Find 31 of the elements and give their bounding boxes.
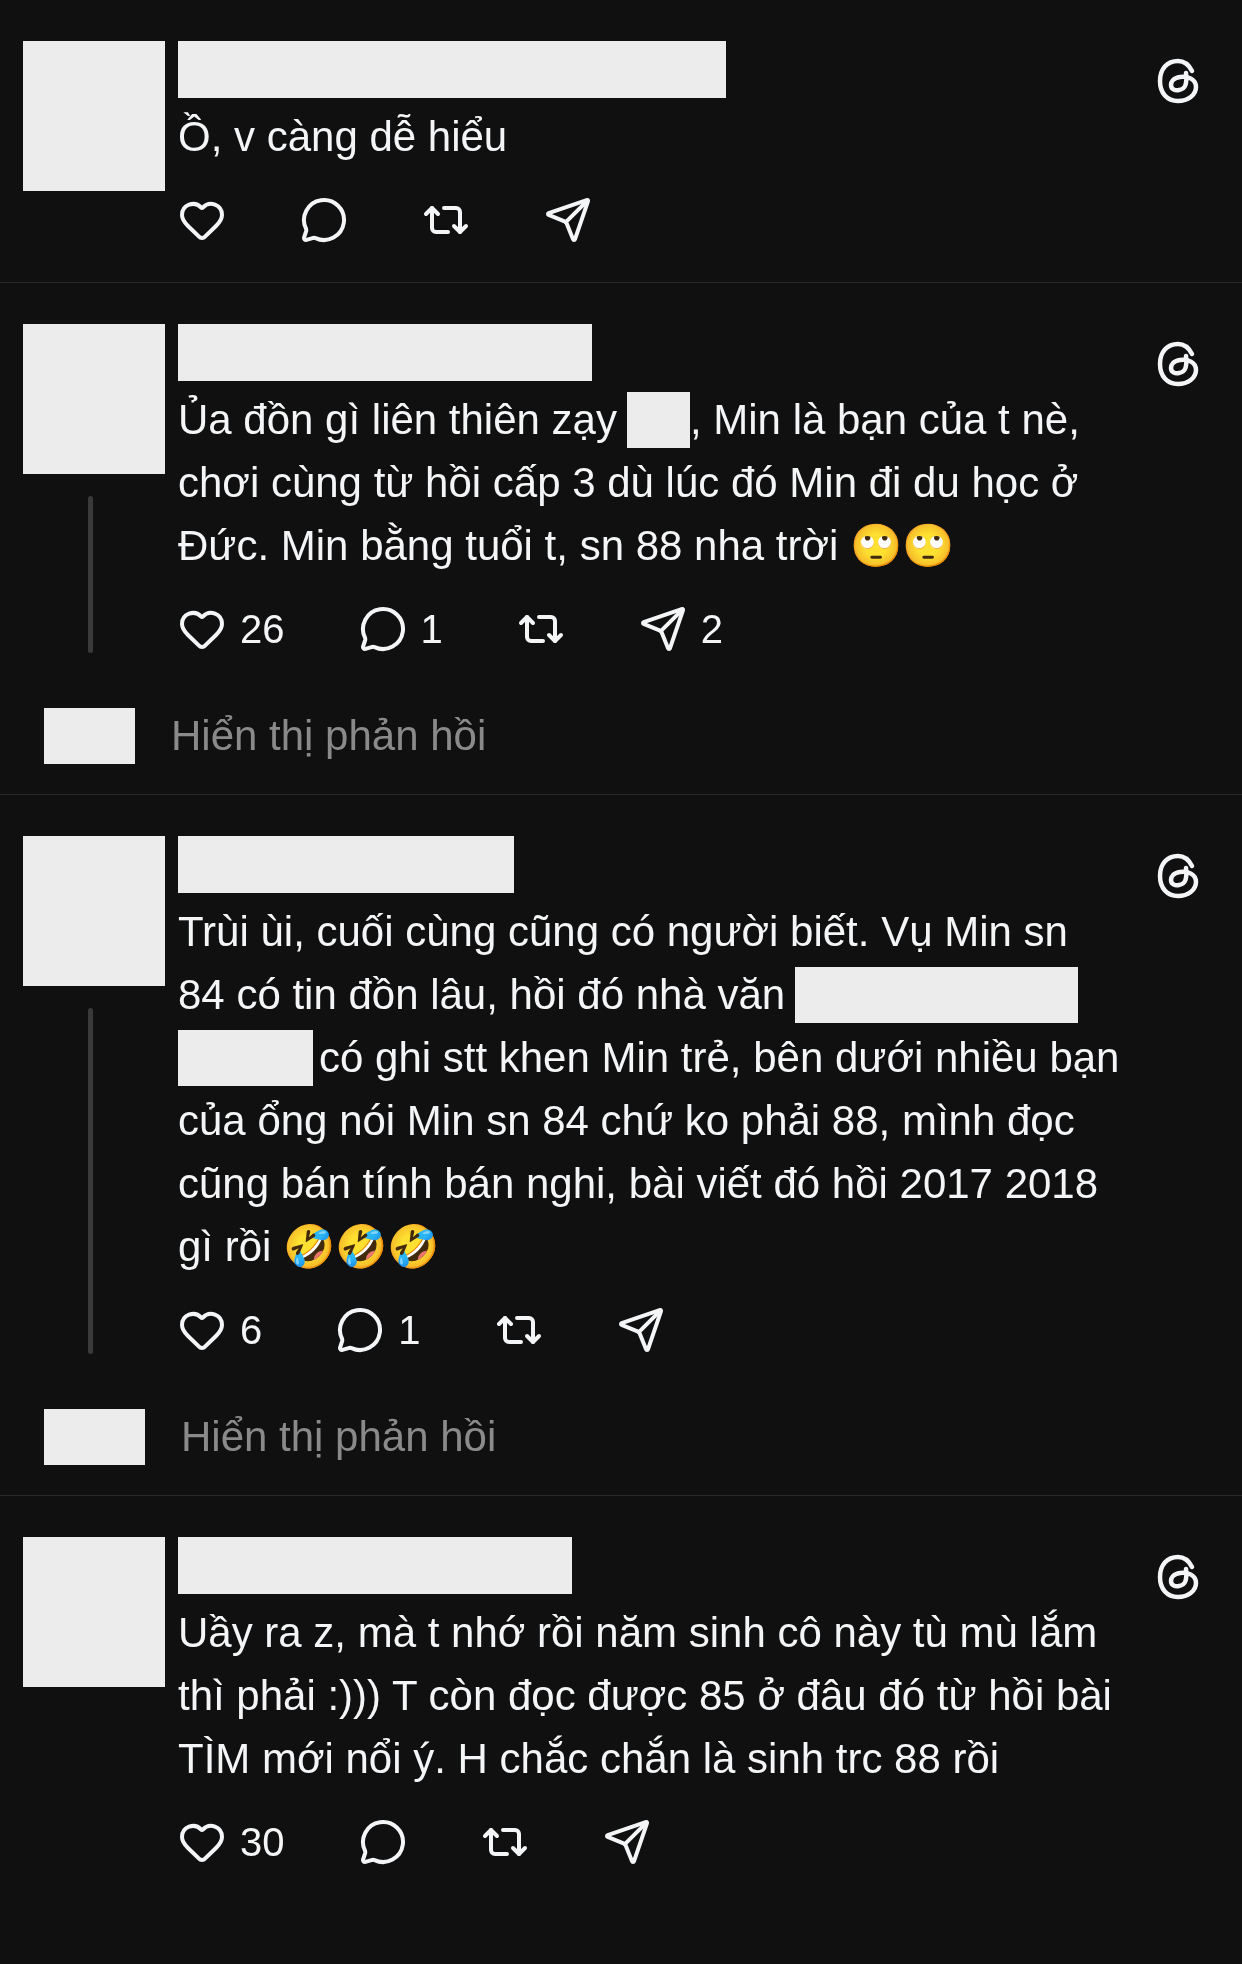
show-replies-link[interactable]: Hiển thị phản hồi: [171, 715, 487, 757]
comment-text: Ủa đồn gì liên thiên zạy: [178, 394, 617, 445]
share-icon[interactable]: [544, 196, 592, 244]
show-replies-link[interactable]: Hiển thị phản hồi: [181, 1416, 497, 1458]
action-count: 26: [240, 609, 285, 649]
redacted-block: [626, 391, 690, 448]
comment-icon[interactable]: [358, 1818, 407, 1866]
comment-text: cũng bán tính bán nghi, bài viết đó hồi 2017 2018: [178, 1159, 1099, 1209]
comment-text: có ghi stt khen Min trẻ, bên dưới nhiều bạn: [319, 1033, 1120, 1083]
action-count: 2: [700, 609, 723, 649]
action-count: 6: [240, 1310, 263, 1350]
comment-text: Đức. Min bằng tuổi t, sn 88 nha trời 🙄🙄: [178, 521, 954, 571]
action-count: 30: [240, 1822, 285, 1862]
comment-icon[interactable]: [300, 196, 348, 244]
action-count: 1: [420, 609, 443, 649]
comment-text: của ổng nói Min sn 84 chứ ko phải 88, mình đọc: [178, 1096, 1075, 1146]
comment-text: Ồ, v càng dễ hiểu: [178, 111, 508, 162]
share-icon[interactable]: [638, 605, 687, 653]
comment-text: Uầy ra z, mà t nhớ rồi năm sinh cô này tù mù lắm: [178, 1608, 1098, 1658]
comment-text: thì phải :))) T còn đọc được 85 ở đâu đó từ hồi bài: [178, 1671, 1112, 1721]
comment-text: chơi cùng từ hồi cấp 3 dù lúc đó Min đi du học ở: [178, 458, 1079, 508]
comment-icon[interactable]: [358, 605, 407, 653]
share-icon[interactable]: [616, 1306, 665, 1354]
comment-text: TÌM mới nổi ý. H chắc chắn là sinh trc 88 rồi: [178, 1734, 1000, 1784]
comment-text: gì rồi 🤣🤣🤣: [178, 1222, 440, 1272]
comment-text: Trùi ùi, cuối cùng cũng có người biết. Vụ Min sn: [178, 907, 1068, 957]
action-count: 1: [398, 1310, 421, 1350]
comment-text: 84 có tin đồn lâu, hồi đó nhà văn: [178, 970, 786, 1020]
comment-icon[interactable]: [336, 1306, 385, 1354]
share-icon[interactable]: [602, 1818, 651, 1866]
comment-text: , Min là bạn của t nè,: [689, 395, 1080, 445]
